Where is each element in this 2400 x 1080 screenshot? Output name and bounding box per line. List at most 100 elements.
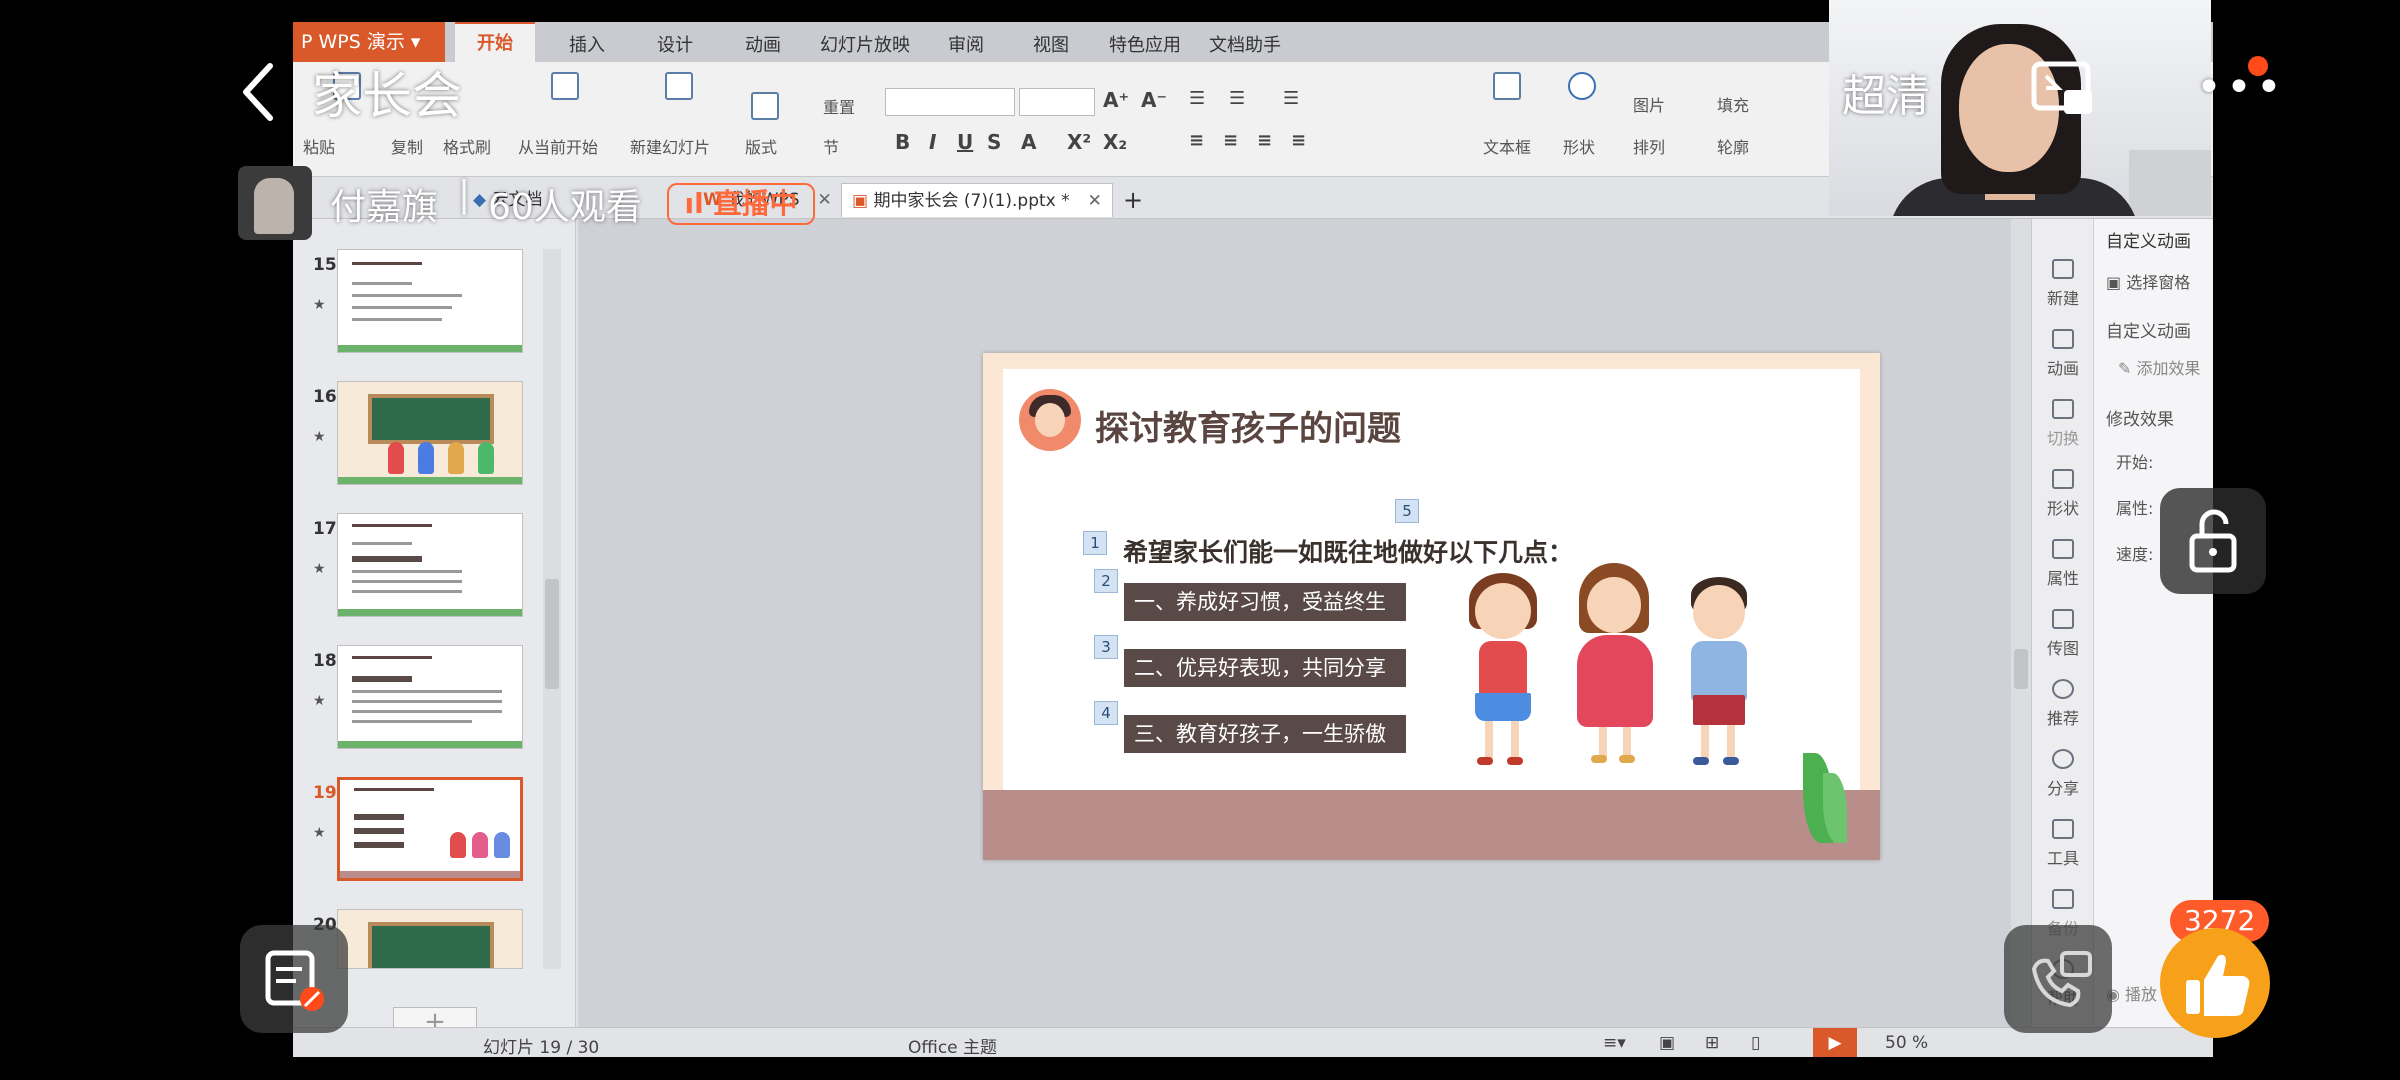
animation-marker[interactable]: 3 [1094, 635, 1118, 659]
slide-bullet-item[interactable]: 三、教育好孩子，一生骄傲 [1124, 715, 1406, 753]
font-size-select[interactable] [1019, 88, 1095, 116]
align-right-icon[interactable]: ≡ [1257, 130, 1272, 151]
tool-tools[interactable]: 工具 [2032, 819, 2094, 869]
add-effect-button[interactable]: ✎ 添加效果 [2118, 355, 2201, 379]
slide-thumbnail[interactable] [337, 645, 523, 749]
section-button[interactable]: 节 [823, 134, 839, 158]
more-icon[interactable]: ••• [2196, 62, 2286, 113]
like-button[interactable] [2160, 928, 2270, 1038]
notes-icon[interactable]: ≡▾ [1603, 1033, 1626, 1053]
justify-icon[interactable]: ≡ [1291, 130, 1306, 151]
numbering-icon[interactable]: ☰ [1229, 88, 1245, 109]
tool-transition[interactable]: 切换 [2032, 399, 2094, 449]
new-tab-plus-icon[interactable]: + [1113, 183, 1153, 217]
align-left-icon[interactable]: ≡ [1189, 130, 1204, 151]
panel-title: 自定义动画 [2106, 232, 2191, 252]
animation-marker[interactable]: 2 [1094, 569, 1118, 593]
tool-recommend[interactable]: 推荐 [2032, 679, 2094, 729]
slide-sorter-icon[interactable]: ⊞ [1705, 1033, 1719, 1053]
slide-thumbnail[interactable] [337, 909, 523, 969]
video-call-button[interactable] [2004, 925, 2112, 1033]
grow-font-icon[interactable]: A⁺ [1103, 88, 1129, 112]
play-slideshow-icon[interactable]: ▶ [1813, 1028, 1857, 1057]
superscript-icon[interactable]: X² [1067, 130, 1091, 154]
thumbnail-scrollbar[interactable] [543, 249, 561, 969]
new-slide-button[interactable]: 新建幻灯片 [630, 134, 710, 158]
slide-intro-text[interactable]: 希望家长们能一如既往地做好以下几点： [1123, 533, 1573, 569]
fill-button[interactable]: 填充 [1717, 92, 1749, 116]
outline-button[interactable]: 轮廓 [1717, 134, 1749, 158]
unlock-icon [2189, 509, 2237, 573]
slide-thumbnail[interactable] [337, 381, 523, 485]
arrange-button[interactable]: 排列 [1633, 134, 1665, 158]
paste-button[interactable]: 粘贴 [303, 134, 335, 158]
quality-selector[interactable]: 超清 [1842, 60, 1930, 124]
select-pane-button[interactable]: ▣ 选择窗格 [2106, 269, 2190, 293]
picture-button[interactable]: 图片 [1633, 92, 1665, 116]
subscript-icon[interactable]: X₂ [1103, 130, 1127, 154]
doc-tab-current[interactable]: ▣ 期中家长会 (7)(1).pptx * ✕ [841, 183, 1113, 217]
reading-view-icon[interactable]: ▯ [1751, 1033, 1760, 1053]
tool-properties[interactable]: 属性 [2032, 539, 2094, 589]
ribbon-tab-insert[interactable]: 插入 [569, 31, 605, 57]
shadow-icon[interactable]: S [987, 130, 1001, 154]
layout-button[interactable]: 版式 [745, 134, 777, 158]
tool-share[interactable]: 分享 [2032, 749, 2094, 799]
animation-marker[interactable]: 1 [1083, 531, 1107, 555]
close-icon[interactable]: ✕ [818, 190, 832, 210]
layout-icon[interactable] [751, 92, 779, 120]
back-chevron-icon[interactable] [238, 62, 278, 122]
indent-icon[interactable]: ☰ [1283, 88, 1299, 109]
ribbon-tab-home[interactable]: 开始 [455, 22, 535, 62]
copy-button[interactable]: 复制 [391, 134, 423, 158]
ribbon-tab-slideshow[interactable]: 幻灯片放映 [820, 31, 910, 57]
bold-icon[interactable]: B [895, 130, 910, 154]
format-painter-button[interactable]: 格式刷 [443, 134, 491, 158]
tool-shape[interactable]: 形状 [2032, 469, 2094, 519]
disable-comments-button[interactable] [240, 925, 348, 1033]
screen-lock-button[interactable] [2160, 488, 2266, 594]
slide-thumbnail[interactable] [337, 513, 523, 617]
textbox-button[interactable]: 文本框 [1483, 134, 1531, 158]
shape-button[interactable]: 形状 [1563, 134, 1595, 158]
thumb-number-current: 19 [313, 783, 337, 803]
ribbon-tab-view[interactable]: 视图 [1033, 31, 1069, 57]
normal-view-icon[interactable]: ▣ [1659, 1033, 1675, 1053]
host-avatar[interactable] [238, 166, 312, 240]
ribbon-tab-animation[interactable]: 动画 [745, 31, 781, 57]
play-from-current-icon[interactable] [551, 72, 579, 100]
canvas-scrollbar[interactable] [2011, 219, 2031, 1027]
ribbon-tab-review[interactable]: 审阅 [948, 31, 984, 57]
shape-icon[interactable] [1568, 72, 1596, 100]
italic-icon[interactable]: I [929, 130, 936, 154]
slide-title[interactable]: 探讨教育孩子的问题 [1095, 401, 1401, 450]
font-color-icon[interactable]: A [1021, 130, 1036, 154]
slide-bullet-item[interactable]: 二、优异好表现，共同分享 [1124, 649, 1406, 687]
tool-animation[interactable]: 动画 [2032, 329, 2094, 379]
align-center-icon[interactable]: ≡ [1223, 130, 1238, 151]
slide-thumbnail-current[interactable] [337, 777, 523, 881]
exit-fullscreen-icon[interactable] [2030, 60, 2096, 118]
current-slide[interactable]: 探讨教育孩子的问题 5 1 希望家长们能一如既往地做好以下几点： 2 一、养成好… [983, 353, 1880, 860]
tool-upload-picture[interactable]: 传图 [2032, 609, 2094, 659]
textbox-icon[interactable] [1493, 72, 1521, 100]
font-family-select[interactable] [885, 88, 1015, 116]
ribbon-tab-design[interactable]: 设计 [657, 31, 693, 57]
close-icon[interactable]: ✕ [1088, 191, 1102, 211]
bullets-icon[interactable]: ☰ [1189, 88, 1205, 109]
new-slide-icon[interactable] [665, 72, 693, 100]
animation-marker[interactable]: 4 [1094, 701, 1118, 725]
underline-icon[interactable]: U [957, 130, 973, 154]
tool-new[interactable]: 新建 [2032, 259, 2094, 309]
play-button[interactable]: ◉ 播放 [2106, 981, 2157, 1005]
animation-marker[interactable]: 5 [1395, 499, 1419, 523]
kids-illustration[interactable] [1445, 573, 1565, 773]
ribbon-tab-doc-assistant[interactable]: 文档助手 [1209, 31, 1281, 57]
slide-bullet-item[interactable]: 一、养成好习惯，受益终生 [1124, 583, 1406, 621]
play-from-current-button[interactable]: 从当前开始 [518, 134, 598, 158]
properties-icon [2052, 539, 2074, 559]
shrink-font-icon[interactable]: A⁻ [1141, 88, 1167, 112]
reset-button[interactable]: 重置 [823, 94, 855, 118]
ribbon-tab-features[interactable]: 特色应用 [1109, 31, 1181, 57]
slide-thumbnail[interactable] [337, 249, 523, 353]
